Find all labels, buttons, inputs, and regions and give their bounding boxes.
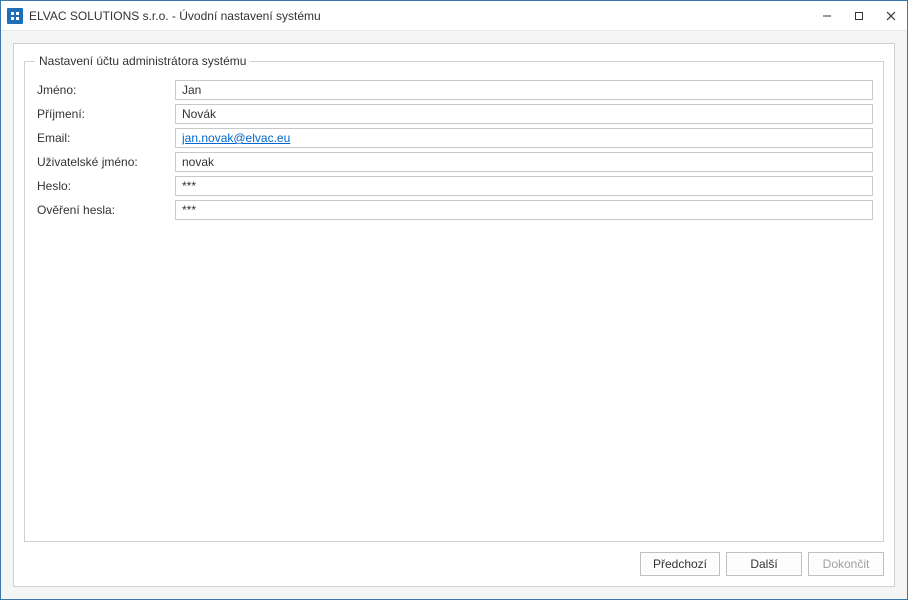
form-row-lastname: Příjmení: [35, 104, 873, 124]
minimize-button[interactable] [811, 2, 843, 30]
form-row-username: Uživatelské jméno: [35, 152, 873, 172]
titlebar: ELVAC SOLUTIONS s.r.o. - Úvodní nastaven… [1, 1, 907, 31]
email-label: Email: [35, 131, 175, 145]
window-title: ELVAC SOLUTIONS s.r.o. - Úvodní nastaven… [29, 9, 811, 23]
next-button[interactable]: Další [726, 552, 802, 576]
username-label: Uživatelské jméno: [35, 155, 175, 169]
lastname-input[interactable] [175, 104, 873, 124]
password-confirm-label: Ověření hesla: [35, 203, 175, 217]
form-row-password: Heslo: [35, 176, 873, 196]
maximize-button[interactable] [843, 2, 875, 30]
app-icon [7, 8, 23, 24]
firstname-input[interactable] [175, 80, 873, 100]
form-row-password-confirm: Ověření hesla: [35, 200, 873, 220]
form-row-email: Email: [35, 128, 873, 148]
finish-button[interactable]: Dokončit [808, 552, 884, 576]
window-controls [811, 2, 907, 30]
content-wrapper: Nastavení účtu administrátora systému Jm… [1, 31, 907, 599]
group-title: Nastavení účtu administrátora systému [35, 54, 250, 68]
minimize-icon [822, 11, 832, 21]
main-panel: Nastavení účtu administrátora systému Jm… [13, 43, 895, 587]
form-row-firstname: Jméno: [35, 80, 873, 100]
password-label: Heslo: [35, 179, 175, 193]
previous-button[interactable]: Předchozí [640, 552, 720, 576]
firstname-label: Jméno: [35, 83, 175, 97]
close-button[interactable] [875, 2, 907, 30]
admin-account-group: Nastavení účtu administrátora systému Jm… [24, 54, 884, 542]
maximize-icon [854, 11, 864, 21]
wizard-button-bar: Předchozí Další Dokončit [24, 542, 884, 576]
lastname-label: Příjmení: [35, 107, 175, 121]
password-confirm-input[interactable] [175, 200, 873, 220]
close-icon [886, 11, 896, 21]
password-input[interactable] [175, 176, 873, 196]
username-input[interactable] [175, 152, 873, 172]
email-input[interactable] [175, 128, 873, 148]
